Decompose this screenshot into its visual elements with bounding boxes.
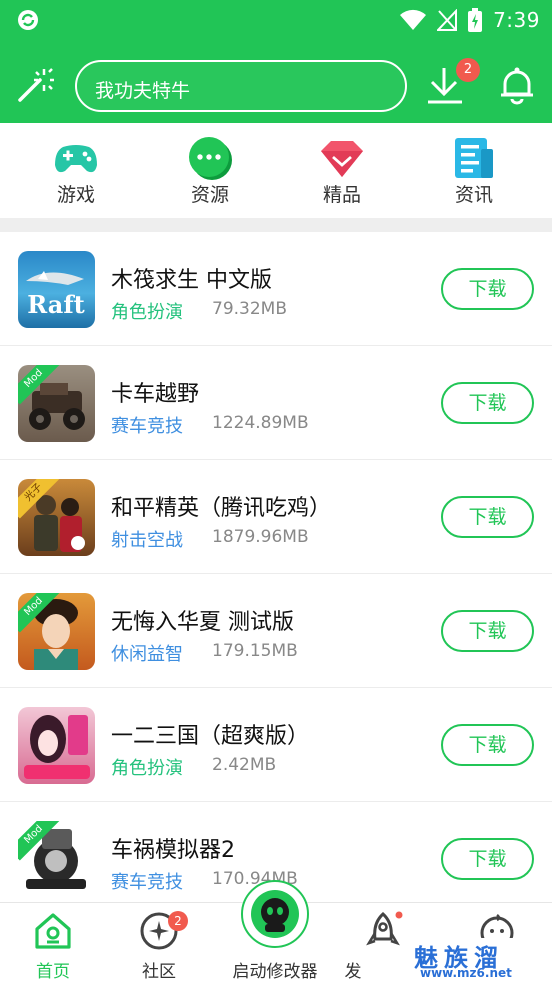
nav-label: 首页 (36, 962, 70, 982)
app-category: 射击空战 (111, 530, 183, 551)
status-bar: 7:39 (0, 0, 552, 40)
category-label: 游戏 (56, 184, 95, 206)
header: 7:39 我功夫特牛 2 (0, 0, 552, 123)
app-thumbnail: Mod (18, 821, 95, 898)
chat-bubble-icon (189, 137, 232, 180)
app-thumbnail: Raft (18, 251, 95, 328)
app-title: 卡车越野 (111, 382, 200, 407)
wifi-icon (400, 9, 427, 30)
launcher-icon (251, 890, 299, 938)
watermark-url: www.mz6.net (420, 966, 512, 980)
news-icon (455, 138, 493, 178)
category-label: 精品 (322, 184, 361, 206)
download-app-button[interactable]: 下载 (441, 382, 534, 424)
search-text: 我功夫特牛 (95, 80, 191, 102)
rocket-icon (366, 911, 403, 946)
no-signal-icon (437, 9, 458, 31)
category-label: 资讯 (454, 184, 493, 206)
app-thumbnail: 光子 (18, 479, 95, 556)
app-category: 角色扮演 (111, 758, 183, 779)
category-label: 资源 (190, 184, 229, 206)
list-item[interactable]: Raft 木筏求生 中文版 角色扮演 79.32MB 下载 (0, 232, 552, 346)
app-thumbnail (18, 707, 95, 784)
nav-home[interactable]: 首页 (0, 903, 108, 983)
download-app-button[interactable]: 下载 (441, 838, 534, 880)
search-input[interactable]: 我功夫特牛 (75, 60, 407, 112)
app-category: 赛车竞技 (111, 416, 183, 437)
sync-icon (18, 10, 38, 30)
launcher-button[interactable] (241, 880, 309, 948)
watermark: 魅族溜 www.mz6.net (408, 938, 552, 983)
app-category: 休闲益智 (111, 644, 183, 665)
nav-label: 发 (344, 962, 362, 982)
app-size: 179.15MB (212, 641, 298, 661)
app-title: 木筏求生 中文版 (111, 268, 272, 293)
category-bar: 游戏 资源 精品 资讯 (0, 123, 552, 218)
gamepad-icon (55, 145, 97, 173)
app-screen: 7:39 我功夫特牛 2 游戏 资源 精品 资讯 Raft 木筏求生 中文版 角… (0, 0, 552, 983)
app-title: 和平精英（腾讯吃鸡） (111, 496, 332, 521)
bell-icon[interactable] (496, 64, 538, 106)
app-size: 79.32MB (212, 299, 287, 319)
battery-charging-icon (468, 8, 483, 32)
section-divider (0, 218, 552, 232)
app-size: 1879.96MB (212, 527, 309, 547)
app-title: 车祸模拟器2 (111, 838, 235, 863)
nav-label: 社区 (142, 962, 176, 982)
nav-community[interactable]: 2 社区 (104, 903, 214, 983)
home-icon (35, 913, 71, 949)
community-badge: 2 (168, 911, 188, 931)
list-item[interactable]: 光子 和平精英（腾讯吃鸡） 射击空战 1879.96MB 下载 (0, 460, 552, 574)
app-category: 角色扮演 (111, 302, 183, 323)
app-thumbnail: Mod (18, 593, 95, 670)
download-app-button[interactable]: 下载 (441, 496, 534, 538)
magic-wand-icon[interactable] (16, 66, 54, 104)
download-app-button[interactable]: 下载 (441, 268, 534, 310)
download-app-button[interactable]: 下载 (441, 610, 534, 652)
app-title: 无悔入华夏 测试版 (111, 610, 294, 635)
category-premium[interactable]: 精品 (287, 123, 397, 218)
list-item[interactable]: Mod 卡车越野 赛车竞技 1224.89MB 下载 (0, 346, 552, 460)
category-resources[interactable]: 资源 (155, 123, 265, 218)
app-thumbnail: Mod (18, 365, 95, 442)
diamond-icon (321, 141, 363, 177)
app-size: 1224.89MB (212, 413, 309, 433)
list-item[interactable]: Mod 无悔入华夏 测试版 休闲益智 179.15MB 下载 (0, 574, 552, 688)
download-app-button[interactable]: 下载 (441, 724, 534, 766)
category-news[interactable]: 资讯 (419, 123, 529, 218)
download-badge: 2 (456, 58, 480, 82)
svg-text:Raft: Raft (27, 290, 84, 319)
app-category: 赛车竞技 (111, 872, 183, 893)
app-title: 一二三国（超爽版） (111, 724, 310, 749)
download-button[interactable]: 2 (424, 58, 480, 108)
search-row: 我功夫特牛 2 (0, 58, 552, 114)
category-games[interactable]: 游戏 (21, 123, 131, 218)
status-time: 7:39 (493, 8, 540, 32)
list-item[interactable]: 一二三国（超爽版） 角色扮演 2.42MB 下载 (0, 688, 552, 802)
app-list: Raft 木筏求生 中文版 角色扮演 79.32MB 下载 Mod 卡车越野 赛… (0, 232, 552, 916)
app-size: 2.42MB (212, 755, 277, 775)
